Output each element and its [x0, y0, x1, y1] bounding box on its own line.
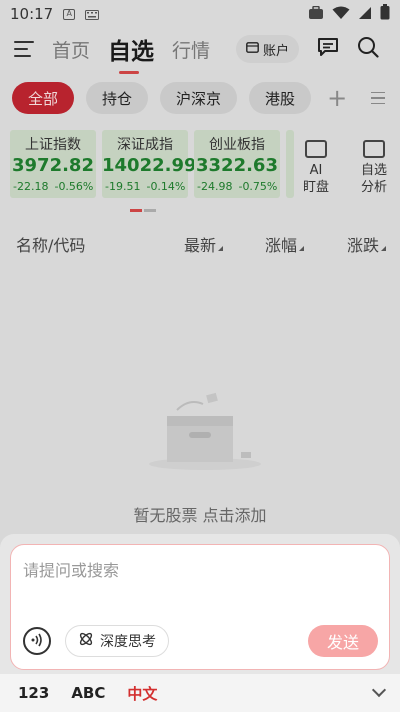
voice-icon — [30, 633, 44, 650]
col-change[interactable]: 涨跌 — [347, 232, 386, 256]
voice-input-button[interactable] — [23, 627, 51, 655]
notification-a-icon: A — [63, 8, 76, 20]
keyboard-mode-zh[interactable]: 中文 — [127, 683, 157, 704]
tool-label: 盯盘 — [302, 180, 329, 195]
account-label: 账户 — [263, 43, 290, 59]
index-pct: -0.56% — [54, 180, 94, 193]
top-nav: 首页 自选 行情 账户 — [0, 28, 400, 74]
ai-input-box: 深度思考 发送 — [10, 544, 390, 670]
ai-query-input[interactable] — [23, 557, 373, 607]
col-change-pct[interactable]: 涨幅 — [265, 232, 304, 256]
status-time: 10:17 — [10, 5, 54, 23]
index-card[interactable]: 上证指数 3972.82 -22.18 -0.56% — [10, 130, 96, 198]
col-latest[interactable]: 最新 — [184, 232, 223, 256]
briefcase-icon — [308, 5, 324, 24]
empty-box-illustration — [145, 392, 265, 472]
send-button[interactable]: 发送 — [308, 625, 378, 657]
hamburger-menu-icon[interactable] — [14, 41, 34, 57]
collapse-keyboard-icon[interactable] — [371, 682, 387, 698]
index-value: 14022.99 — [102, 155, 197, 176]
deep-think-icon — [78, 631, 94, 651]
index-change: -22.18 — [13, 180, 49, 193]
deep-think-label: 深度思考 — [100, 634, 156, 650]
index-change: -24.98 — [197, 180, 233, 193]
wifi-icon — [332, 5, 350, 24]
ai-watch-button[interactable]: AI 盯盘 — [296, 138, 336, 196]
ai-monitor-icon — [305, 140, 327, 158]
index-card-partial[interactable] — [286, 130, 294, 198]
wallet-icon — [246, 41, 259, 57]
keyboard-toolbar: 123 ABC 中文 — [0, 674, 400, 712]
index-pct: -0.14% — [146, 180, 186, 193]
tool-label: 自选 — [360, 163, 387, 178]
card-scroll-indicator — [130, 209, 156, 212]
watchlist-analysis-button[interactable]: 自选 分析 — [354, 138, 394, 196]
filter-chip-holdings[interactable]: 持仓 — [86, 82, 149, 114]
add-group-icon[interactable]: + — [327, 84, 347, 112]
side-tools: AI 盯盘 自选 分析 — [296, 138, 394, 196]
index-value: 3972.82 — [12, 155, 94, 176]
status-bar: 10:17 A — [0, 0, 400, 28]
index-name: 深证成指 — [117, 137, 173, 153]
message-icon[interactable] — [317, 37, 339, 61]
tool-label: 分析 — [360, 180, 387, 195]
battery-icon — [380, 4, 390, 24]
filter-chip-hk[interactable]: 港股 — [249, 82, 312, 114]
index-value: 3322.63 — [196, 155, 278, 176]
filter-chip-all[interactable]: 全部 — [12, 82, 75, 114]
analysis-chart-icon — [363, 140, 385, 158]
col-name-code: 名称/代码 — [16, 236, 86, 255]
table-header: 名称/代码 最新 涨幅 涨跌 — [0, 226, 400, 262]
search-icon[interactable] — [357, 36, 379, 62]
deep-think-toggle[interactable]: 深度思考 — [65, 625, 169, 657]
account-button[interactable]: 账户 — [236, 35, 300, 63]
tab-home[interactable]: 首页 — [52, 36, 90, 63]
tool-label: AI — [309, 163, 323, 178]
index-name: 创业板指 — [209, 137, 265, 153]
empty-state-text[interactable]: 暂无股票 点击添加 — [0, 502, 400, 526]
index-card[interactable]: 深证成指 14022.99 -19.51 -0.14% — [102, 130, 197, 198]
index-pct: -0.75% — [238, 180, 278, 193]
index-card[interactable]: 创业板指 3322.63 -24.98 -0.75% — [194, 130, 280, 198]
keyboard-mode-abc[interactable]: ABC — [71, 684, 105, 702]
group-menu-icon[interactable] — [371, 91, 386, 105]
keyboard-icon — [85, 5, 100, 24]
index-change: -19.51 — [105, 180, 141, 193]
filter-bar: 全部 持仓 沪深京 港股 + — [0, 80, 400, 116]
keyboard-mode-123[interactable]: 123 — [18, 684, 49, 702]
filter-chip-shszbj[interactable]: 沪深京 — [160, 82, 238, 114]
tab-market[interactable]: 行情 — [172, 36, 210, 63]
index-name: 上证指数 — [25, 137, 81, 153]
signal-icon — [358, 5, 372, 24]
tab-watchlist[interactable]: 自选 — [108, 32, 154, 74]
